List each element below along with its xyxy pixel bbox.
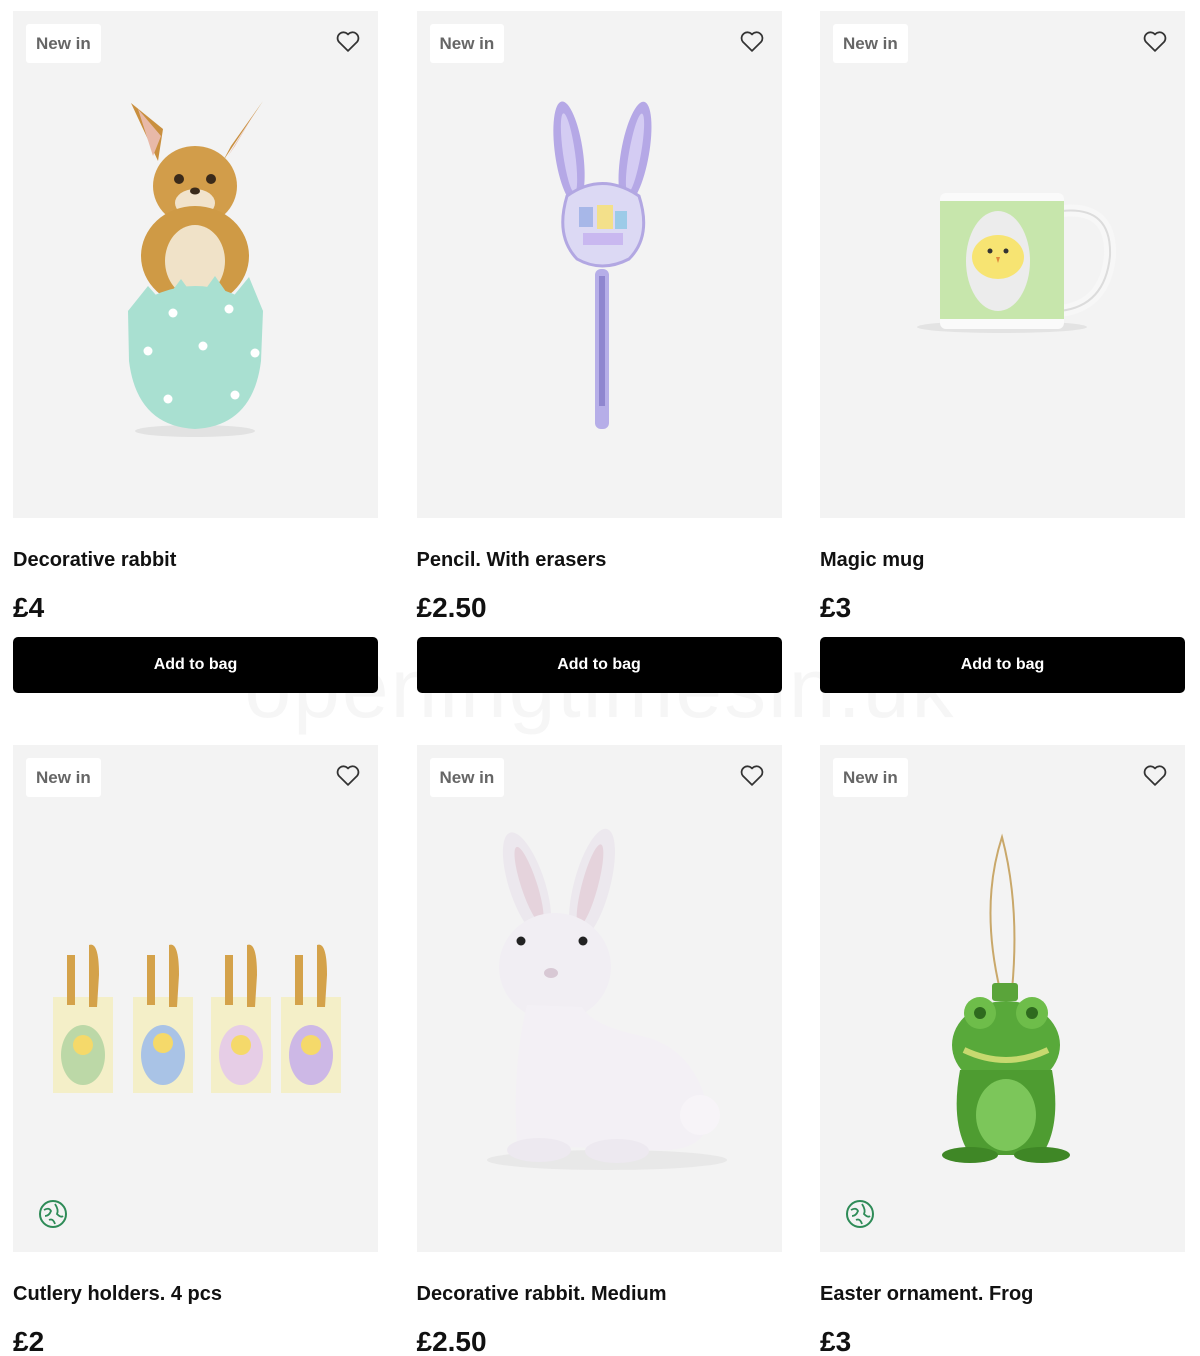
new-in-badge: New in (833, 24, 908, 63)
product-card[interactable]: New in Cutlery holders. 4 pcs £2 (13, 745, 378, 1356)
frog-ornament-image (942, 833, 1070, 1163)
product-price: £4 (13, 592, 45, 623)
white-rabbit-image (486, 828, 727, 1170)
new-in-badge: New in (26, 758, 101, 797)
add-to-bag-button[interactable]: Add to bag (416, 637, 782, 693)
product-image-area[interactable]: New in (416, 745, 782, 1252)
product-price: £2.50 (416, 592, 487, 623)
product-image-area[interactable]: New in (820, 745, 1185, 1252)
product-image-area[interactable]: New in (13, 11, 378, 518)
add-to-bag-button[interactable]: Add to bag (13, 637, 378, 693)
product-image-area[interactable]: New in (13, 745, 378, 1252)
cutlery-holders-image (53, 944, 341, 1093)
new-in-badge: New in (429, 24, 505, 63)
bunny-pencil-image (552, 101, 651, 429)
product-name[interactable]: Cutlery holders. 4 pcs (13, 1282, 378, 1306)
heart-outline-icon[interactable] (1141, 761, 1169, 789)
new-in-badge: New in (26, 24, 101, 63)
product-card[interactable]: New in Decorative rabbit. Medium £2.50 (416, 745, 782, 1356)
rabbit-in-egg-image (128, 101, 263, 437)
product-price: £2 (13, 1326, 45, 1356)
product-grid: New in Decorative rabbit £4 Add to bag N… (13, 11, 1185, 1356)
product-name[interactable]: Pencil. With erasers (417, 548, 782, 572)
product-name[interactable]: Magic mug (820, 548, 1185, 572)
product-price: £3 (820, 1326, 852, 1356)
new-in-badge: New in (429, 758, 505, 797)
product-name[interactable]: Easter ornament. Frog (820, 1282, 1185, 1306)
product-card[interactable]: New in Easter ornament. Frog £3 (820, 745, 1185, 1356)
new-in-badge: New in (833, 758, 908, 797)
heart-outline-icon[interactable] (1141, 27, 1169, 55)
heart-outline-icon[interactable] (334, 761, 362, 789)
globe-leaf-icon (846, 1200, 874, 1228)
product-price: £2.50 (416, 1326, 487, 1356)
heart-outline-icon[interactable] (334, 27, 362, 55)
globe-leaf-icon (39, 1200, 67, 1228)
magic-mug-image (917, 193, 1117, 333)
product-price: £3 (820, 592, 852, 623)
heart-outline-icon[interactable] (738, 27, 766, 55)
product-card[interactable]: New in Pencil. With erasers £2.50 Add to… (416, 11, 782, 693)
product-image-area[interactable]: New in (416, 11, 782, 518)
product-name[interactable]: Decorative rabbit. Medium (417, 1282, 782, 1306)
product-name[interactable]: Decorative rabbit (13, 548, 378, 572)
product-card[interactable]: New in Magic mug £3 Add to bag (820, 11, 1185, 693)
add-to-bag-button[interactable]: Add to bag (820, 637, 1185, 693)
product-image-area[interactable]: New in (820, 11, 1185, 518)
product-card[interactable]: New in Decorative rabbit £4 Add to bag (13, 11, 378, 693)
heart-outline-icon[interactable] (738, 761, 766, 789)
